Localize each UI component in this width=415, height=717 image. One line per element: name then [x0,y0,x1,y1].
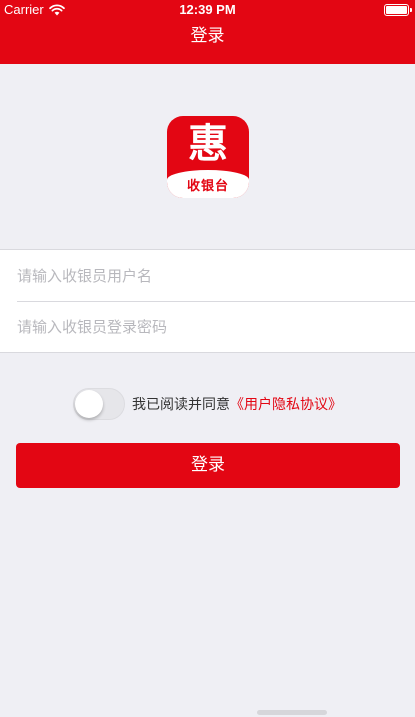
login-screen: Carrier 12:39 PM 登录 惠 收银台 请输入收银员用户名 我已阅读… [0,0,415,717]
battery-fill [386,6,407,14]
privacy-policy-link[interactable]: 《用户隐私协议》 [230,394,342,414]
page-title: 登录 [190,26,225,46]
home-indicator [257,710,327,715]
agreement-text: 我已阅读并同意 [132,397,230,413]
login-button[interactable]: 登录 [16,443,400,488]
toggle-knob [75,390,103,418]
username-input[interactable] [17,266,387,285]
nav-bar: 登录 [0,20,415,64]
agreement-row: 我已阅读并同意 《用户隐私协议》 [73,387,342,421]
logo-text-band: 收银台 [167,170,249,198]
logo-text: 收银台 [186,178,229,194]
password-input[interactable] [17,318,387,336]
app-logo: 惠 收银台 [167,116,249,198]
status-time: 12:39 PM [179,2,236,17]
status-bar: Carrier 12:39 PM [0,0,415,20]
agreement-toggle[interactable] [73,388,125,420]
login-form [0,249,415,353]
password-field-row [17,301,415,352]
battery-icon [384,4,412,16]
header: Carrier 12:39 PM 登录 [0,0,415,64]
username-field-row [0,250,415,301]
logo-mark: 惠 [188,121,228,167]
